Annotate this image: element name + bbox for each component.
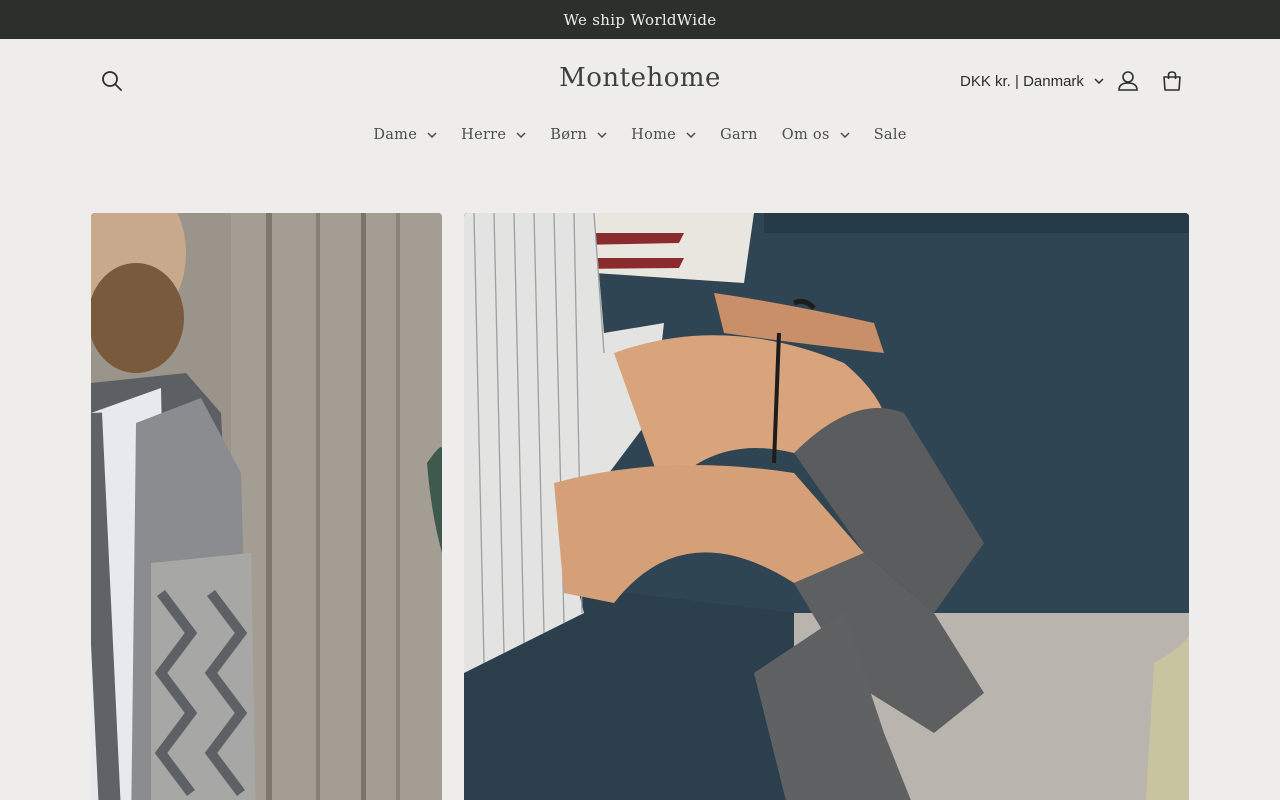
main-navigation: Dame Herre Børn Home Garn Om os Sale [0,116,1280,154]
chevron-down-icon [427,132,437,138]
nav-item-label: Garn [720,127,758,143]
nav-item-label: Home [631,127,677,143]
hero-image-left[interactable] [91,213,442,800]
chevron-down-icon [840,132,850,138]
currency-selector[interactable]: DKK kr. | Danmark [948,67,1116,95]
woman-wearing-knit-socks-image [464,213,1189,800]
nav-item-born[interactable]: Børn [538,116,619,154]
chevron-down-icon [686,132,696,138]
announcement-text: We ship WorldWide [563,10,717,29]
account-button[interactable] [1106,59,1150,103]
cart-button[interactable] [1150,59,1194,103]
nav-item-dame[interactable]: Dame [361,116,449,154]
nav-item-sale[interactable]: Sale [862,116,919,154]
site-header: Montehome DKK kr. | Danmark [0,39,1280,123]
man-in-knitted-cardigan-image [91,213,442,800]
chevron-down-icon [1094,78,1104,84]
chevron-down-icon [516,132,526,138]
nav-item-label: Børn [550,127,588,143]
bag-icon [1163,71,1181,91]
currency-label: DKK kr. | Danmark [960,72,1084,90]
nav-item-label: Om os [781,127,830,143]
nav-item-om-os[interactable]: Om os [770,116,862,154]
nav-item-label: Herre [461,127,507,143]
nav-item-garn[interactable]: Garn [708,116,770,154]
chevron-down-icon [597,132,607,138]
nav-item-label: Sale [873,127,907,143]
announcement-bar: We ship WorldWide [0,0,1280,39]
hero-image-right[interactable] [464,213,1189,800]
nav-item-home[interactable]: Home [619,116,708,154]
nav-item-label: Dame [373,127,418,143]
user-icon [1118,71,1138,91]
nav-item-herre[interactable]: Herre [449,116,538,154]
